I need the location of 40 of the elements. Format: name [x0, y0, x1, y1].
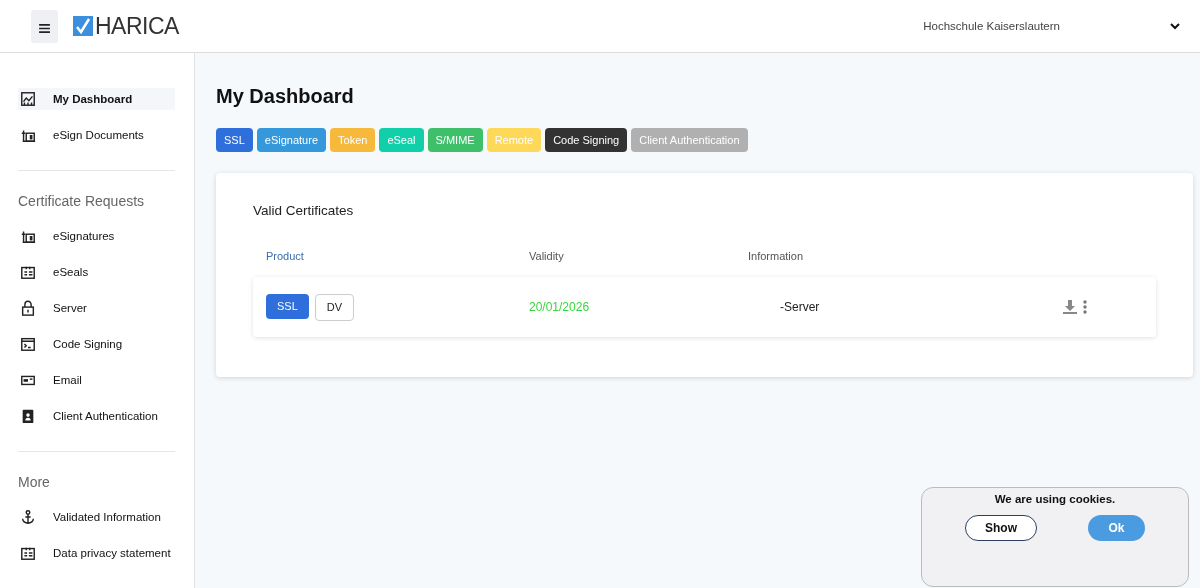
sidebar-item[interactable]: Server: [18, 297, 175, 319]
sidebar-item[interactable]: eSignatures: [18, 225, 175, 247]
sidebar-item[interactable]: Data privacy statement: [18, 542, 175, 564]
column-header: Information: [748, 250, 805, 262]
menu-icon: [39, 23, 50, 33]
filter-chip[interactable]: Code Signing: [545, 128, 628, 152]
page-title: My Dashboard: [216, 85, 355, 108]
organization-name[interactable]: Hochschule Kaiserslautern: [923, 20, 1060, 32]
card-title: Valid Certificates: [253, 203, 355, 218]
sidebar-item[interactable]: My Dashboard: [18, 88, 175, 110]
cookie-message: We are using cookies.: [993, 493, 1117, 505]
information-text: -Server: [779, 300, 821, 314]
nav-icon: [20, 264, 36, 280]
logo-text: HARICA: [95, 12, 179, 40]
section-heading: Certificate Requests: [18, 193, 146, 209]
nav-icon: [20, 509, 36, 525]
more-options-icon[interactable]: [1083, 300, 1087, 314]
sidebar-item[interactable]: Email: [18, 369, 175, 391]
column-header: Validity: [529, 250, 565, 262]
checkmark-icon: [73, 16, 93, 36]
download-icon[interactable]: [1063, 300, 1077, 314]
sidebar-item[interactable]: Client Authentication: [18, 405, 175, 427]
section-heading: More: [18, 474, 51, 490]
sidebar-item[interactable]: eSign Documents: [18, 124, 175, 146]
nav-icon: [20, 336, 36, 352]
nav-icon: [20, 91, 36, 107]
sidebar-item[interactable]: Validated Information: [18, 506, 175, 528]
nav-icon: [20, 408, 36, 424]
sidebar-item[interactable]: eSeals: [18, 261, 175, 283]
filter-chip[interactable]: SSL: [216, 128, 253, 152]
menu-button[interactable]: [31, 9, 58, 43]
sidebar-item[interactable]: Code Signing: [18, 333, 175, 355]
nav-icon: [20, 300, 36, 316]
column-header: Product: [266, 250, 305, 262]
validity-date: 20/01/2026: [529, 300, 591, 314]
nav-icon: [20, 545, 36, 561]
show-button[interactable]: Show: [965, 515, 1037, 541]
product-badge: SSL: [266, 293, 309, 319]
validation-badge: DV: [314, 293, 355, 321]
chevron-down-icon[interactable]: [1170, 22, 1180, 30]
